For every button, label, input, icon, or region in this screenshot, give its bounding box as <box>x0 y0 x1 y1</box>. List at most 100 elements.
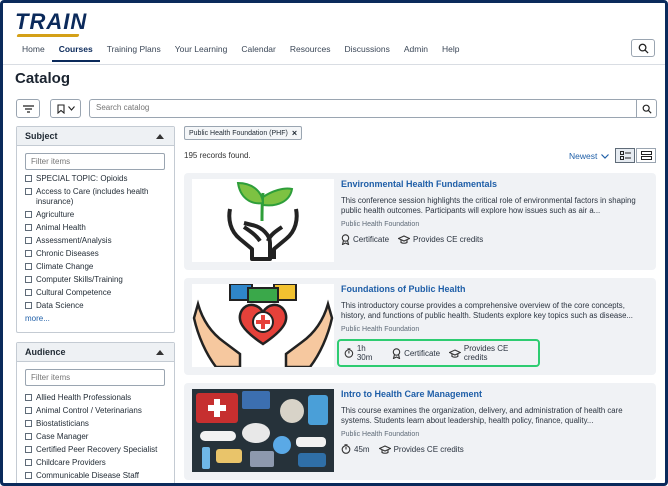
subject-filter-input[interactable] <box>25 153 165 170</box>
active-filter-chip: Public Health Foundation (PHF) × <box>184 126 303 140</box>
logo-swoosh <box>16 34 80 37</box>
checkbox[interactable] <box>25 407 32 414</box>
search-icon <box>642 104 652 114</box>
checkbox[interactable] <box>25 420 32 427</box>
checkbox[interactable] <box>25 263 32 270</box>
subject-option[interactable]: Computer Skills/Training <box>25 275 166 285</box>
course-card[interactable]: Environmental Health Fundamentals This c… <box>184 173 656 270</box>
course-title[interactable]: Environmental Health Fundamentals <box>341 179 647 189</box>
nav-training-plans[interactable]: Training Plans <box>100 41 168 62</box>
stopwatch-icon <box>341 444 351 454</box>
subject-option[interactable]: Assessment/Analysis <box>25 236 166 246</box>
nav-help[interactable]: Help <box>435 41 466 62</box>
course-thumbnail-foundations-public-health[interactable] <box>192 284 334 367</box>
bookmark-filter-button[interactable] <box>50 99 81 118</box>
course-description: This conference session highlights the c… <box>341 196 636 215</box>
audience-option[interactable]: Certified Peer Recovery Specialist <box>25 445 166 455</box>
plant-in-hands-icon <box>227 181 299 261</box>
checkbox[interactable] <box>25 250 32 257</box>
course-thumbnail-health-care-management[interactable] <box>192 389 334 472</box>
nav-your-learning[interactable]: Your Learning <box>168 41 235 62</box>
subject-more-link[interactable]: more... <box>17 314 174 329</box>
sort-dropdown[interactable]: Newest <box>569 151 610 161</box>
audience-panel-title: Audience <box>25 347 66 357</box>
course-title[interactable]: Foundations of Public Health <box>341 284 647 294</box>
nav-calendar[interactable]: Calendar <box>234 41 283 62</box>
subject-option[interactable]: SPECIAL TOPIC: Opioids <box>25 174 166 184</box>
course-thumbnail-environmental-health[interactable] <box>192 179 334 262</box>
checkbox[interactable] <box>25 394 32 401</box>
top-navigation-bar: TRAIN Home Courses Training Plans Your L… <box>3 3 665 65</box>
audience-panel-header[interactable]: Audience <box>17 343 174 362</box>
checkbox[interactable] <box>25 237 32 244</box>
checkbox[interactable] <box>25 211 32 218</box>
subject-option[interactable]: Cultural Competence <box>25 288 166 298</box>
course-card[interactable]: Foundations of Public Health This introd… <box>184 278 656 375</box>
ce-credits-badge: Provides CE credits <box>398 235 483 244</box>
remove-filter-icon[interactable]: × <box>292 128 297 138</box>
checkbox[interactable] <box>25 188 32 195</box>
certificate-ribbon-icon <box>392 347 401 359</box>
checkbox[interactable] <box>25 224 32 231</box>
caret-up-icon <box>156 134 164 139</box>
checkbox[interactable] <box>25 459 32 466</box>
audience-option[interactable]: Allied Health Professionals <box>25 393 166 403</box>
app-window: TRAIN Home Courses Training Plans Your L… <box>0 0 668 486</box>
course-meta: Certificate Provides CE credits <box>341 234 647 245</box>
course-description: This introductory course provides a comp… <box>341 301 633 320</box>
subject-panel-title: Subject <box>25 131 58 141</box>
card-view-icon <box>640 151 652 160</box>
ce-credits-badge: Provides CE credits <box>378 445 464 454</box>
subject-option[interactable]: Climate Change <box>25 262 166 272</box>
checkbox[interactable] <box>25 472 32 479</box>
course-title[interactable]: Intro to Health Care Management <box>341 389 647 399</box>
heart-in-hands-icon <box>192 284 334 367</box>
medical-supplies-photo <box>192 389 334 472</box>
checkbox[interactable] <box>25 276 32 283</box>
course-meta-highlighted: 1h 30m Certificate Provides CE credits <box>337 339 540 367</box>
train-logo[interactable]: TRAIN <box>15 9 87 37</box>
subject-option[interactable]: Chronic Diseases <box>25 249 166 259</box>
audience-option[interactable]: Communicable Disease Staff <box>25 471 166 481</box>
course-card-body: Intro to Health Care Management This cou… <box>341 389 647 454</box>
grid-view-button[interactable] <box>636 148 656 163</box>
certificate-badge: Certificate <box>341 234 389 245</box>
page-title: Catalog <box>15 70 71 87</box>
subject-option[interactable]: Agriculture <box>25 210 166 220</box>
audience-filter-panel: Audience Allied Health Professionals Ani… <box>16 342 175 483</box>
audience-option[interactable]: Case Manager <box>25 432 166 442</box>
subject-checkbox-list: SPECIAL TOPIC: Opioids Access to Care (i… <box>17 174 174 311</box>
audience-option[interactable]: Animal Control / Veterinarians <box>25 406 166 416</box>
subject-panel-header[interactable]: Subject <box>17 127 174 146</box>
subject-option[interactable]: Animal Health <box>25 223 166 233</box>
course-card-body: Environmental Health Fundamentals This c… <box>341 179 647 245</box>
filter-toggle-button[interactable] <box>16 99 40 118</box>
checkbox[interactable] <box>25 289 32 296</box>
list-view-button[interactable] <box>615 148 635 163</box>
subject-option[interactable]: Access to Care (includes health insuranc… <box>25 187 166 207</box>
checkbox[interactable] <box>25 302 32 309</box>
nav-admin[interactable]: Admin <box>397 41 435 62</box>
sort-label: Newest <box>569 151 598 161</box>
audience-filter-input[interactable] <box>25 369 165 386</box>
nav-courses[interactable]: Courses <box>51 41 100 62</box>
audience-option[interactable]: Biostatisticians <box>25 419 166 429</box>
course-card-body: Foundations of Public Health This introd… <box>337 284 647 367</box>
main-nav: Home Courses Training Plans Your Learnin… <box>15 41 466 62</box>
catalog-search-button[interactable] <box>636 100 656 117</box>
results-count: 195 records found. <box>184 151 251 160</box>
catalog-search-input[interactable] <box>96 103 616 112</box>
bookmark-icon <box>56 103 65 114</box>
checkbox[interactable] <box>25 175 32 182</box>
checkbox[interactable] <box>25 433 32 440</box>
course-card[interactable]: Intro to Health Care Management This cou… <box>184 383 656 480</box>
audience-option[interactable]: Childcare Providers <box>25 458 166 468</box>
checkbox[interactable] <box>25 446 32 453</box>
global-search-button[interactable] <box>631 39 655 57</box>
nav-discussions[interactable]: Discussions <box>338 41 397 62</box>
subject-option[interactable]: Data Science <box>25 301 166 311</box>
nav-home[interactable]: Home <box>15 41 52 62</box>
certificate-ribbon-icon <box>341 234 350 245</box>
chevron-down-icon <box>67 106 75 111</box>
nav-resources[interactable]: Resources <box>283 41 338 62</box>
